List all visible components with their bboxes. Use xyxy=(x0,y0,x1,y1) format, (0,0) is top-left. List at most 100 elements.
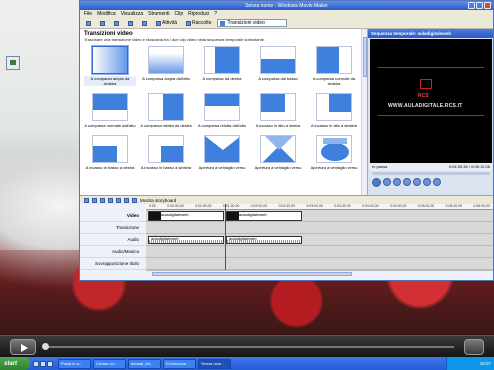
rewind-icon[interactable] xyxy=(108,197,113,203)
music-lane[interactable] xyxy=(146,246,493,258)
transition-lane[interactable] xyxy=(146,222,493,234)
transition-tile[interactable]: A incasso in alto a destra xyxy=(252,93,304,128)
transition-tile[interactable]: A incasso in basso a sinistra xyxy=(140,135,192,170)
start-button[interactable]: start xyxy=(0,357,30,370)
minimize-button[interactable] xyxy=(468,2,475,9)
video-lane[interactable]: auladigitaleweb auladigitaleweb xyxy=(146,210,493,222)
transition-tile[interactable]: A comparsa ridotta da destra xyxy=(140,93,192,128)
previous-frame-icon[interactable] xyxy=(393,178,401,186)
taskbar-item[interactable]: Posta in a... xyxy=(58,358,91,369)
quick-launch-icon[interactable] xyxy=(40,360,46,367)
audio-clip[interactable]: auladigitaleweb xyxy=(226,236,302,244)
menu-tools[interactable]: Strumenti xyxy=(148,11,169,17)
menu-edit[interactable]: Modifica xyxy=(97,11,116,17)
transition-tile[interactable]: A comparsa normale da sinistra xyxy=(308,46,360,86)
playback-time: 0:04:05,36 / 0:06:12,06 xyxy=(448,164,490,169)
fan-open-icon xyxy=(205,136,239,162)
transition-tile[interactable]: A comparsa ridotta dall'alto xyxy=(196,93,248,128)
undo-icon xyxy=(128,20,133,26)
play-icon[interactable] xyxy=(10,339,36,355)
menu-play[interactable]: Riproduci xyxy=(188,11,209,17)
set-audio-icon[interactable] xyxy=(84,197,89,203)
quick-launch-icon[interactable] xyxy=(47,360,53,367)
track-label: Audio xyxy=(80,234,146,246)
taskbar-item-active[interactable]: Senza nom... xyxy=(198,358,231,369)
ruler-tick: 0:05:00,00 xyxy=(417,204,435,208)
audio-waveform xyxy=(227,240,301,243)
transition-label: A comparsa ampia dall'alto xyxy=(142,76,190,81)
zoom-out-icon[interactable] xyxy=(100,197,105,203)
collection-selector[interactable]: Transizioni video xyxy=(217,19,288,27)
window-titlebar[interactable]: Senza nome - Windows Movie Maker xyxy=(80,1,493,10)
menu-help[interactable]: ? xyxy=(214,11,217,17)
video-clip[interactable]: auladigitaleweb xyxy=(226,211,302,221)
collections-label: Raccolte xyxy=(192,20,212,26)
transition-tile[interactable]: A incasso in basso a destra xyxy=(84,135,136,170)
player-progress-knob[interactable] xyxy=(42,343,49,350)
transition-tile[interactable]: A comparsa ampia dall'alto xyxy=(140,46,192,86)
seek-bar[interactable] xyxy=(372,172,490,175)
tasks-button[interactable]: Attività xyxy=(153,19,180,27)
save-icon xyxy=(114,20,119,26)
track-label: Transizione xyxy=(80,222,146,234)
stop-icon[interactable] xyxy=(383,178,391,186)
preview-screen[interactable]: RCS WWW.AULADIGITALE.RCS.IT xyxy=(370,39,492,163)
menu-clip[interactable]: Clip xyxy=(175,11,184,17)
transition-tile[interactable]: Apertura a ventaglio verso xyxy=(252,135,304,170)
play-timeline-icon[interactable] xyxy=(116,197,121,203)
transition-tile[interactable]: A comparsa normale dall'alto xyxy=(84,93,136,128)
desktop-shortcut-icon[interactable] xyxy=(6,56,20,70)
quick-launch-icon[interactable] xyxy=(33,360,39,367)
ruler-tick: 0:03:30,00 xyxy=(334,204,351,208)
scrollbar-thumb[interactable] xyxy=(152,272,352,276)
close-button[interactable] xyxy=(484,2,491,9)
menu-file[interactable]: File xyxy=(84,11,92,17)
show-storyboard-button[interactable]: Mostra storyboard xyxy=(140,198,176,203)
audio-lane[interactable]: auladigitaleweb auladigitaleweb xyxy=(146,234,493,246)
next-frame-icon[interactable] xyxy=(403,178,411,186)
new-project-button[interactable] xyxy=(83,19,94,27)
split-icon[interactable] xyxy=(413,178,421,186)
player-progress-track[interactable] xyxy=(44,346,454,348)
fullscreen-icon[interactable] xyxy=(433,178,441,186)
transition-label: A comparsa normale dall'alto xyxy=(84,123,136,128)
tasks-icon xyxy=(156,20,161,26)
video-clip[interactable]: auladigitaleweb xyxy=(148,211,224,221)
ruler-tick: 0:00:30,00 xyxy=(167,204,184,208)
fullscreen-icon[interactable] xyxy=(464,339,484,355)
undo-button[interactable] xyxy=(125,19,136,27)
ruler-tick: 0:00 xyxy=(149,204,156,208)
transition-label: A incasso in basso a destra xyxy=(85,165,135,170)
collection-selector-value: Transizioni video xyxy=(227,20,265,26)
timeline-playhead[interactable] xyxy=(225,204,226,270)
toolbar: Attività Raccolte Transizioni video xyxy=(80,18,493,29)
transition-tile[interactable]: A comparsa ampia da sinistra xyxy=(84,45,136,86)
clock[interactable]: 16:07 xyxy=(480,361,491,366)
snapshot-icon[interactable] xyxy=(423,178,431,186)
audio-clip[interactable]: auladigitaleweb xyxy=(148,236,224,244)
transition-tile[interactable]: A incasso in alto a sinistra xyxy=(308,93,360,128)
transition-tile[interactable]: Apertura a ventaglio verso xyxy=(196,135,248,170)
maximize-button[interactable] xyxy=(476,2,483,9)
ruler-tick: 0:02:30,00 xyxy=(278,204,296,208)
collections-button[interactable]: Raccolte xyxy=(183,19,214,27)
storyboard-icon[interactable] xyxy=(132,197,137,203)
taskbar-item[interactable]: Creare un... xyxy=(93,358,126,369)
redo-button[interactable] xyxy=(139,19,150,27)
transition-tile[interactable]: Apertura a ventaglio verso xyxy=(308,135,360,170)
taskbar-item[interactable]: D:\Docume... xyxy=(163,358,196,369)
transition-tile[interactable]: A comparsa dal basso xyxy=(252,46,304,86)
timeline-scrollbar[interactable] xyxy=(146,270,493,276)
open-button[interactable] xyxy=(97,19,108,27)
zoom-in-icon[interactable] xyxy=(92,197,97,203)
transition-tile[interactable]: A comparsa da destra xyxy=(196,46,248,86)
save-button[interactable] xyxy=(111,19,122,27)
menu-view[interactable]: Visualizza xyxy=(121,11,143,17)
narrate-icon[interactable] xyxy=(124,197,129,203)
taskbar-item[interactable]: tutorial_vid... xyxy=(128,358,161,369)
title-overlay-lane[interactable] xyxy=(146,258,493,270)
transition-label: A comparsa ridotta dall'alto xyxy=(198,123,246,128)
divider xyxy=(378,67,484,68)
play-icon[interactable] xyxy=(372,177,381,187)
open-icon xyxy=(100,20,105,26)
